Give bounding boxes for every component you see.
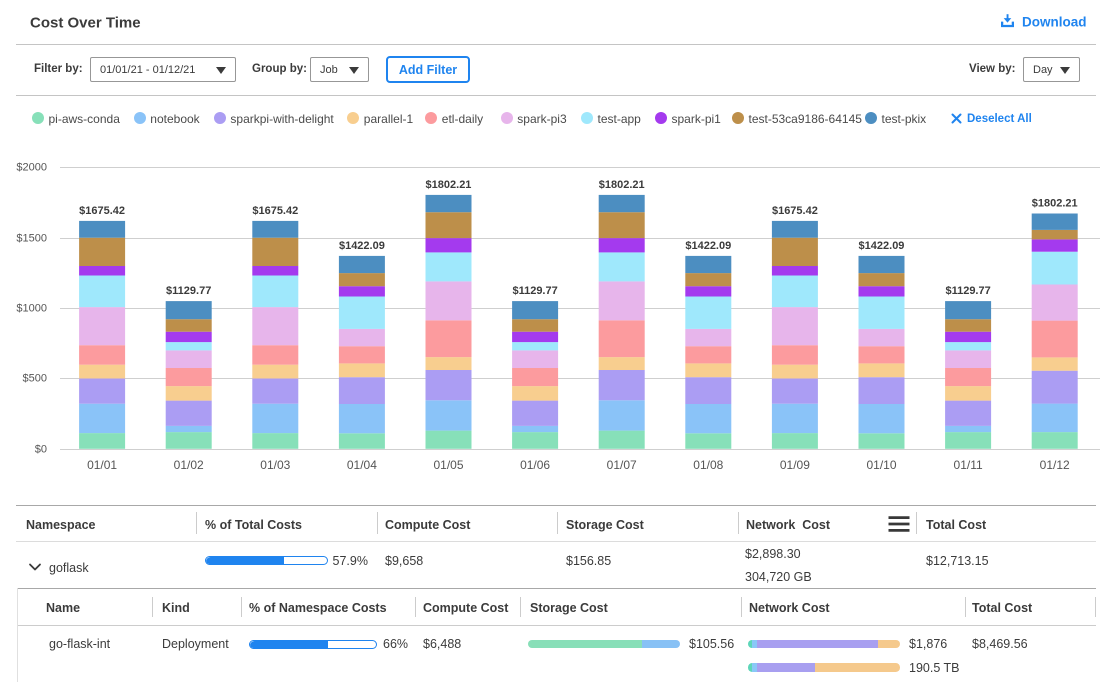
- svg-text:$1675.42: $1675.42: [252, 205, 298, 217]
- svg-text:$1802.21: $1802.21: [599, 179, 645, 191]
- svg-text:$500: $500: [23, 373, 47, 385]
- svg-text:$1500: $1500: [16, 233, 47, 245]
- svg-text:01/10: 01/10: [866, 458, 896, 472]
- svg-text:01/03: 01/03: [260, 458, 290, 472]
- svg-text:01/02: 01/02: [174, 458, 204, 472]
- svg-text:01/01: 01/01: [87, 458, 117, 472]
- svg-text:$1802.21: $1802.21: [1032, 198, 1078, 210]
- svg-text:$1129.77: $1129.77: [166, 285, 211, 297]
- svg-text:$1675.42: $1675.42: [79, 205, 125, 217]
- svg-text:01/04: 01/04: [347, 458, 377, 472]
- svg-text:01/06: 01/06: [520, 458, 550, 472]
- svg-text:01/09: 01/09: [780, 458, 810, 472]
- svg-text:01/08: 01/08: [693, 458, 723, 472]
- svg-text:$1422.09: $1422.09: [685, 240, 731, 252]
- svg-text:$2000: $2000: [16, 162, 47, 174]
- svg-text:01/11: 01/11: [954, 458, 983, 472]
- svg-text:01/12: 01/12: [1040, 458, 1070, 472]
- svg-text:$1675.42: $1675.42: [772, 205, 818, 217]
- svg-text:01/05: 01/05: [433, 458, 463, 472]
- svg-text:$1129.77: $1129.77: [512, 285, 557, 297]
- svg-text:$1422.09: $1422.09: [859, 240, 905, 252]
- svg-text:$1422.09: $1422.09: [339, 240, 385, 252]
- svg-text:$0: $0: [35, 444, 47, 456]
- svg-text:$1802.21: $1802.21: [426, 179, 472, 191]
- svg-text:$1000: $1000: [16, 303, 47, 315]
- svg-text:$1129.77: $1129.77: [945, 285, 990, 297]
- svg-text:01/07: 01/07: [607, 458, 637, 472]
